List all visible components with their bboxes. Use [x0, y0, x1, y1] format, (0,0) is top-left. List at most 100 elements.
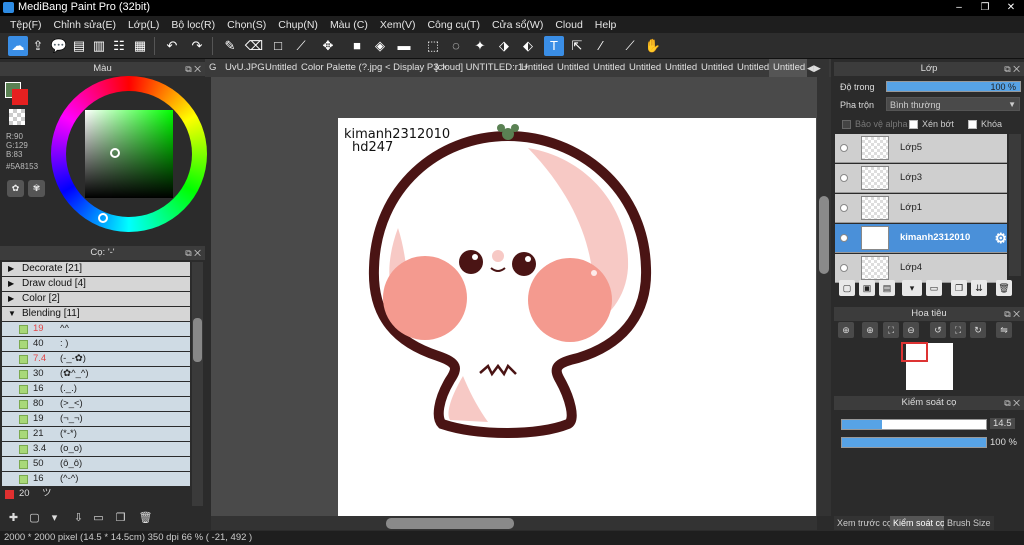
- menu-select[interactable]: Chọn(S): [221, 19, 272, 31]
- select-tool-icon[interactable]: ⬚: [423, 36, 443, 56]
- new-8bit-layer-icon[interactable]: ▤: [879, 280, 895, 296]
- brush-item[interactable]: 7.4 (-_-✿): [2, 352, 190, 366]
- brush-size-slider[interactable]: [841, 419, 987, 430]
- tab-scroll-arrows-icon[interactable]: ◀▶: [807, 59, 829, 77]
- horizontal-scrollbar[interactable]: [211, 516, 817, 530]
- cloud-icon[interactable]: ☁: [8, 36, 28, 56]
- panel-float-icon[interactable]: ⧉ ✕: [185, 62, 201, 76]
- duplicate-layer-icon[interactable]: ❐: [951, 280, 967, 296]
- gradient-tool-icon[interactable]: ▬: [394, 36, 414, 56]
- panel-float-icon[interactable]: ⧉ ✕: [185, 246, 201, 260]
- comment-icon[interactable]: 💬: [49, 36, 69, 56]
- fit-view-icon[interactable]: ⛶: [883, 322, 899, 338]
- zoom-in-icon[interactable]: ⊕: [862, 322, 878, 338]
- menu-cloud[interactable]: Cloud: [549, 19, 588, 31]
- brush-item[interactable]: 50 (ô_ô): [2, 457, 190, 471]
- close-button[interactable]: ✕: [998, 0, 1024, 16]
- new-layer-icon[interactable]: ▢: [839, 280, 855, 296]
- menu-tools[interactable]: Công cụ(T): [421, 19, 486, 31]
- tab-active[interactable]: Untitled: [769, 59, 810, 77]
- brush-tool-icon[interactable]: ✎: [220, 36, 240, 56]
- menu-snap[interactable]: Chụp(N): [272, 19, 324, 31]
- visibility-icon[interactable]: [840, 144, 848, 152]
- merge-layer-icon[interactable]: ⇊: [971, 280, 987, 296]
- brush-item[interactable]: 80 (>_<): [2, 397, 190, 411]
- maximize-button[interactable]: ❐: [972, 0, 998, 16]
- visibility-icon[interactable]: [840, 174, 848, 182]
- brush-item[interactable]: 19 (¬_¬): [2, 412, 190, 426]
- list-icon[interactable]: ☷: [109, 36, 129, 56]
- rotate-left-icon[interactable]: ↺: [930, 322, 946, 338]
- brush-item[interactable]: 16 (^-^): [2, 472, 190, 486]
- lock-checkbox[interactable]: Khóa: [968, 119, 1002, 129]
- tab[interactable]: Untitled: [589, 59, 629, 77]
- folder-icon[interactable]: ▭: [926, 280, 942, 296]
- brush-item[interactable]: 40: ): [2, 337, 190, 351]
- magic-wand-icon[interactable]: ✦: [470, 36, 490, 56]
- menu-file[interactable]: Tệp(F): [4, 19, 48, 31]
- protect-alpha-checkbox[interactable]: Bảo vệ alpha: [842, 119, 908, 129]
- layer-row[interactable]: Lớp1: [835, 194, 1007, 223]
- menu-filter[interactable]: Bộ lọc(R): [165, 19, 221, 31]
- tab[interactable]: Untitled: [261, 59, 301, 77]
- brush-item[interactable]: 3.4 (o_o): [2, 442, 190, 456]
- visibility-icon[interactable]: [840, 234, 848, 242]
- background-color-swatch[interactable]: [12, 89, 28, 105]
- brush-scrollbar[interactable]: [192, 262, 203, 506]
- panel-float-icon[interactable]: ⧉ ✕: [1004, 307, 1020, 321]
- brush-size-value[interactable]: 14.5: [990, 418, 1015, 429]
- gear-icon[interactable]: ⚙: [994, 230, 1007, 247]
- transparent-swatch[interactable]: [9, 109, 25, 125]
- brush-item[interactable]: 30 (✿^_^): [2, 367, 190, 381]
- move-tool-icon[interactable]: ✥: [318, 36, 338, 56]
- delete-brush-icon[interactable]: 🗑: [137, 510, 154, 527]
- copy-brush-icon[interactable]: ❐: [112, 510, 129, 527]
- tab[interactable]: G: [205, 59, 220, 77]
- new-halftone-layer-icon[interactable]: ▣: [859, 280, 875, 296]
- layer-row[interactable]: Lớp5: [835, 134, 1007, 163]
- minimize-button[interactable]: –: [946, 0, 972, 16]
- redo-icon[interactable]: ↷: [187, 36, 207, 56]
- menu-color[interactable]: Màu (C): [324, 19, 374, 31]
- menu-edit[interactable]: Chỉnh sửa(E): [48, 19, 122, 31]
- eraser-tool-icon[interactable]: ⌫: [244, 36, 264, 56]
- visibility-icon[interactable]: [840, 204, 848, 212]
- lasso-tool-icon[interactable]: ◌: [446, 36, 466, 56]
- vertical-scroll-thumb[interactable]: [819, 196, 829, 274]
- navigator-view-frame[interactable]: [901, 342, 928, 362]
- tab[interactable]: Untitled: [697, 59, 737, 77]
- brush-menu-icon[interactable]: ▾: [46, 510, 63, 527]
- tab-brush-preview[interactable]: Xem trước cọ: [834, 516, 895, 530]
- sv-cursor[interactable]: [110, 148, 120, 158]
- canvas-paper[interactable]: kimanh2312010 hd247: [338, 118, 816, 516]
- select-eraser-icon[interactable]: ⬖: [518, 36, 538, 56]
- canvas-workspace[interactable]: kimanh2312010 hd247: [211, 77, 817, 516]
- brush-opacity-slider[interactable]: [841, 437, 987, 448]
- delete-layer-icon[interactable]: 🗑: [996, 280, 1012, 296]
- clipping-checkbox[interactable]: Xén bớt: [909, 119, 954, 129]
- brush-category[interactable]: ▶ Color [2]: [2, 292, 190, 306]
- rotate-right-icon[interactable]: ↻: [970, 322, 986, 338]
- import-brush-icon[interactable]: ⇩: [70, 510, 87, 527]
- tab[interactable]: Untitled: [733, 59, 773, 77]
- tab[interactable]: Untitled: [625, 59, 665, 77]
- vertical-scrollbar[interactable]: [817, 77, 831, 516]
- undo-icon[interactable]: ↶: [162, 36, 182, 56]
- add-layer-menu-icon[interactable]: ▾: [902, 280, 922, 296]
- brush-category[interactable]: ▶ Decorate [21]: [2, 262, 190, 276]
- menu-view[interactable]: Xem(V): [374, 19, 422, 31]
- brush-item[interactable]: 19 ^^: [2, 322, 190, 336]
- text-tool-icon[interactable]: T: [544, 36, 564, 56]
- brush-item[interactable]: 21 (*-*): [2, 427, 190, 441]
- brush-category[interactable]: ▶ Draw cloud [4]: [2, 277, 190, 291]
- hue-cursor[interactable]: [98, 213, 108, 223]
- hand-tool-icon[interactable]: ✋: [643, 36, 663, 56]
- tab[interactable]: Untitled: [517, 59, 557, 77]
- brush-category[interactable]: ▼ Blending [11]: [2, 307, 190, 321]
- divide-tool-icon[interactable]: ⁄: [591, 36, 611, 56]
- brush-item[interactable]: 16 (._.): [2, 382, 190, 396]
- document-icon[interactable]: ▥: [89, 36, 109, 56]
- menu-layer[interactable]: Lớp(L): [122, 19, 165, 31]
- note-icon[interactable]: ▤: [69, 36, 89, 56]
- visibility-icon[interactable]: [840, 264, 848, 272]
